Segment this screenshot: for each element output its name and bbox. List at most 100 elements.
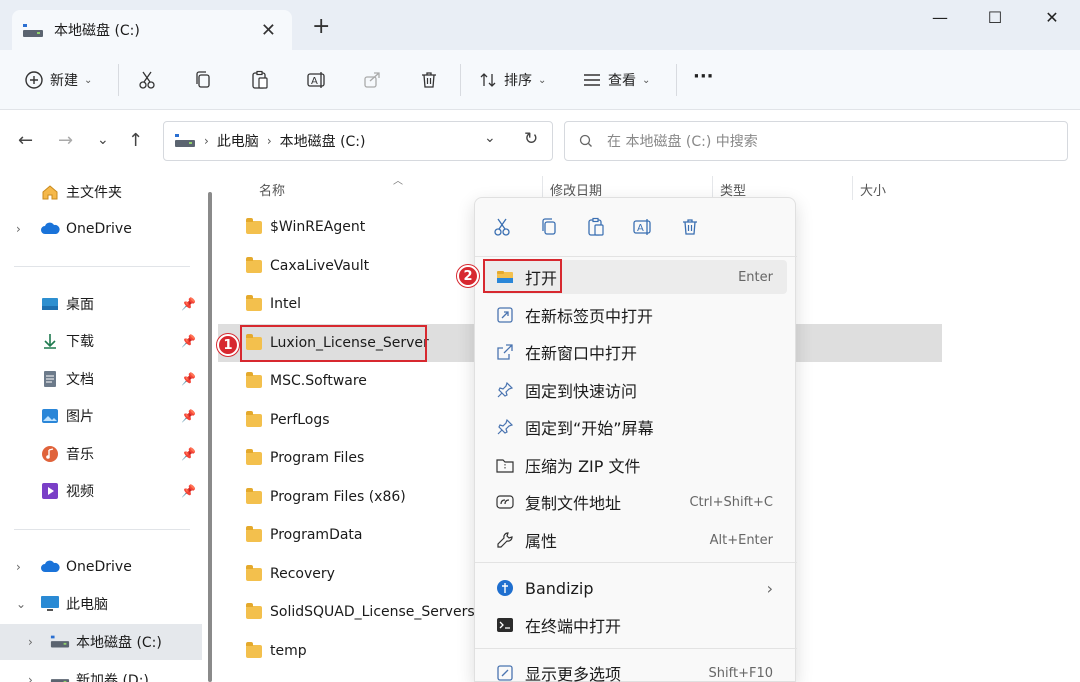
back-arrow-icon[interactable]: ← — [18, 130, 33, 151]
sidebar-item-downloads[interactable]: 下载 📌 — [0, 323, 202, 359]
pin-icon[interactable]: 📌 — [181, 409, 196, 423]
trash-icon[interactable] — [678, 215, 702, 239]
breadcrumb-local-disk[interactable]: 本地磁盘 (C:) — [280, 131, 366, 151]
search-input[interactable]: 在 本地磁盘 (C:) 中搜索 — [564, 121, 1068, 161]
sidebar-item-videos[interactable]: 视频 📌 — [0, 473, 202, 509]
sidebar-item-this-pc[interactable]: ⌄ 此电脑 — [0, 586, 202, 622]
column-header-size[interactable]: 大小 — [860, 180, 886, 199]
tab-local-disk[interactable]: 本地磁盘 (C:) ✕ — [12, 10, 292, 50]
rename-icon[interactable]: A — [631, 215, 655, 239]
video-icon — [40, 482, 60, 500]
new-button[interactable]: 新建 ⌄ — [24, 68, 92, 92]
chevron-down-icon[interactable]: ⌄ — [16, 597, 26, 611]
up-arrow-icon[interactable]: ↑ — [128, 130, 143, 151]
chevron-right-icon[interactable]: › — [28, 635, 33, 649]
address-history-chevron-icon[interactable]: ⌄ — [484, 130, 496, 146]
scrollbar-thumb[interactable] — [208, 192, 212, 682]
sidebar-item-music[interactable]: 音乐 📌 — [0, 436, 202, 472]
annotation-box-1 — [240, 325, 427, 362]
scissors-icon[interactable] — [490, 215, 514, 239]
pin-icon[interactable]: 📌 — [181, 447, 196, 461]
sidebar-item-desktop[interactable]: 桌面 📌 — [0, 286, 202, 322]
menu-item-label: 在终端中打开 — [525, 617, 622, 636]
clipboard-icon[interactable] — [584, 215, 608, 239]
delete-button[interactable] — [419, 68, 439, 92]
breadcrumb-this-pc[interactable]: 此电脑 — [217, 131, 259, 151]
properties-icon — [495, 530, 515, 550]
address-bar[interactable]: › 此电脑 › 本地磁盘 (C:) ⌄ ↻ — [163, 121, 553, 161]
file-name: CaxaLiveVault — [270, 258, 370, 274]
menu-item-bandizip[interactable]: Bandizip › — [485, 571, 787, 605]
close-window-button[interactable]: ✕ — [1034, 8, 1070, 28]
chevron-down-icon: ⌄ — [642, 74, 651, 86]
sidebar-scrollbar[interactable] — [205, 172, 217, 682]
file-name: SolidSQUAD_License_Servers — [270, 604, 475, 620]
chevron-right-icon[interactable]: › — [16, 560, 21, 574]
copy-path-icon — [495, 492, 515, 512]
chevron-right-icon[interactable]: › — [16, 222, 21, 236]
menu-item-label: 在新窗口中打开 — [525, 344, 638, 363]
pin-icon[interactable]: 📌 — [181, 297, 196, 311]
chevron-down-icon: ⌄ — [538, 74, 547, 86]
sidebar-item-label: OneDrive — [66, 559, 132, 575]
share-icon — [364, 72, 380, 88]
new-tab-button[interactable]: + — [312, 16, 330, 38]
share-button[interactable] — [362, 68, 382, 92]
recent-chevron-icon[interactable]: ⌄ — [97, 132, 109, 148]
folder-icon — [246, 564, 262, 581]
folder-icon — [246, 410, 262, 427]
drive-icon — [175, 134, 195, 147]
sidebar-item-documents[interactable]: 文档 📌 — [0, 361, 202, 397]
paste-button[interactable] — [250, 68, 270, 92]
menu-item-label: 显示更多选项 — [525, 665, 622, 682]
menu-item-open-new-tab[interactable]: 在新标签页中打开 — [485, 298, 787, 332]
new-label: 新建 — [50, 73, 78, 89]
menu-item-open-new-window[interactable]: 在新窗口中打开 — [485, 335, 787, 369]
sort-button[interactable]: 排序 ⌄ — [478, 68, 546, 92]
sidebar-item-local-disk-c[interactable]: › 本地磁盘 (C:) — [0, 624, 202, 660]
column-divider[interactable] — [852, 176, 853, 200]
cut-button[interactable] — [137, 68, 157, 92]
pin-icon[interactable]: 📌 — [181, 372, 196, 386]
sidebar-item-new-volume-d[interactable]: › 新加卷 (D:) — [0, 662, 202, 682]
picture-icon — [40, 407, 60, 425]
chevron-right-icon[interactable]: › — [28, 673, 33, 682]
column-header-name[interactable]: 名称 — [259, 180, 285, 199]
maximize-button[interactable]: ☐ — [977, 8, 1013, 28]
menu-item-properties[interactable]: 属性 Alt+Enter — [485, 523, 787, 557]
menu-item-label: 固定到快速访问 — [525, 382, 638, 401]
tab-close-icon[interactable]: ✕ — [261, 20, 276, 41]
menu-item-open-terminal[interactable]: 在终端中打开 — [485, 608, 787, 642]
sidebar-item-pictures[interactable]: 图片 📌 — [0, 398, 202, 434]
drive-icon — [50, 633, 70, 651]
menu-item-pin-quick-access[interactable]: 固定到快速访问 — [485, 373, 787, 407]
music-icon — [40, 445, 60, 463]
view-button[interactable]: 查看 ⌄ — [582, 68, 650, 92]
refresh-icon[interactable]: ↻ — [524, 129, 538, 149]
menu-item-compress-zip[interactable]: 压缩为 ZIP 文件 — [485, 448, 787, 482]
minimize-button[interactable]: — — [922, 8, 958, 28]
copy-icon[interactable] — [537, 215, 561, 239]
rename-button[interactable]: A — [306, 68, 328, 92]
drive-icon — [50, 671, 70, 682]
sidebar-item-onedrive-2[interactable]: › OneDrive — [0, 549, 202, 585]
title-bar: 本地磁盘 (C:) ✕ + — ☐ ✕ — [0, 0, 1080, 50]
copy-button[interactable] — [193, 68, 213, 92]
search-placeholder: 在 本地磁盘 (C:) 中搜索 — [607, 134, 758, 150]
menu-item-show-more-options[interactable]: 显示更多选项 Shift+F10 — [485, 656, 787, 682]
drive-icon — [22, 23, 44, 37]
menu-item-pin-start[interactable]: 固定到“开始”屏幕 — [485, 410, 787, 444]
pc-icon — [40, 595, 60, 613]
document-icon — [40, 370, 60, 388]
view-label: 查看 — [608, 73, 636, 89]
pin-icon[interactable]: 📌 — [181, 334, 196, 348]
folder-icon — [246, 525, 262, 542]
more-button[interactable]: ··· — [693, 64, 714, 88]
sidebar-item-home[interactable]: 主文件夹 — [0, 174, 202, 210]
annotation-box-2 — [483, 259, 562, 293]
menu-item-copy-path[interactable]: 复制文件地址 Ctrl+Shift+C — [485, 485, 787, 519]
pin-icon[interactable]: 📌 — [181, 484, 196, 498]
forward-arrow-icon[interactable]: → — [58, 130, 73, 151]
desktop-icon — [40, 295, 60, 313]
sidebar-item-onedrive[interactable]: › OneDrive — [0, 211, 202, 247]
